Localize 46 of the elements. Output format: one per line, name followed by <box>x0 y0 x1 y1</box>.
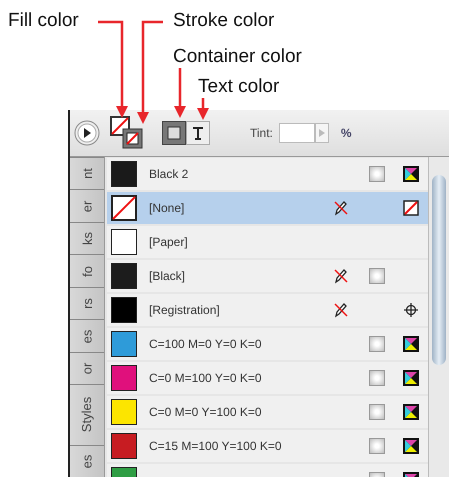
swatch-row[interactable]: [Black] <box>107 260 428 292</box>
swatch-name: C=0 M=100 Y=0 K=0 <box>149 371 263 385</box>
square-icon <box>167 126 181 140</box>
panel-tab[interactable]: Styles <box>70 384 104 445</box>
container-button[interactable] <box>162 121 186 145</box>
scroll-thumb[interactable] <box>432 175 446 365</box>
panel-tab[interactable]: fo <box>70 254 104 287</box>
swatch-name: [None] <box>149 201 186 215</box>
callout-label: Fill color <box>8 10 79 32</box>
tint-label: Tint: <box>250 126 273 140</box>
swatch-name: [Paper] <box>149 235 189 249</box>
panel-tab[interactable]: rs <box>70 286 104 320</box>
fill-stroke-icon[interactable] <box>110 116 144 150</box>
swatch-name: C=0 M=0 Y=100 K=0 <box>149 405 263 419</box>
swatch-row[interactable]: C=0 M=100 Y=0 K=0 <box>107 362 428 394</box>
tint-field[interactable] <box>278 123 315 143</box>
swatch-name: Black 2 <box>149 167 190 181</box>
callout-label: Text color <box>198 76 280 98</box>
swatch-row[interactable]: C=15 M=100 Y=100 K=0 <box>107 430 428 462</box>
swatch-row[interactable]: C=0 M=0 Y=100 K=0 <box>107 396 428 428</box>
callout-arrow <box>174 68 186 118</box>
swatch-row[interactable]: [None] <box>107 192 428 224</box>
panel-tab[interactable]: es <box>70 319 104 352</box>
panel-menu-icon[interactable] <box>74 120 100 146</box>
percent-label: % <box>340 126 352 140</box>
panel-tab[interactable]: or <box>70 352 104 384</box>
scrollbar[interactable] <box>428 157 449 477</box>
text-icon <box>191 126 205 140</box>
swatch-name: C=15 M=100 Y=100 K=0 <box>149 439 283 453</box>
swatch-row[interactable]: Black 2 <box>107 158 428 190</box>
none-swatch-icon <box>111 195 137 221</box>
triangle-icon <box>318 128 326 138</box>
panel-tab[interactable]: es <box>70 444 104 477</box>
swatch-row[interactable]: [Registration] <box>107 294 428 326</box>
swatch-name: [Black] <box>149 269 186 283</box>
swatch-row[interactable]: [Paper] <box>107 226 428 258</box>
swatch-name: C=100 M=0 Y=0 K=0 <box>149 337 263 351</box>
text-button[interactable] <box>186 121 210 145</box>
panel-tab[interactable]: ks <box>70 222 104 254</box>
swatch-row[interactable]: C=100 M=0 Y=0 K=0 <box>107 328 428 360</box>
panel-tab[interactable]: nt <box>70 157 104 190</box>
swatch-name: [Registration] <box>149 303 221 317</box>
callout-label: Stroke color <box>173 10 274 32</box>
panel-tab[interactable]: er <box>70 189 104 222</box>
callout-label: Container color <box>173 46 302 68</box>
callout-arrow <box>197 98 209 120</box>
